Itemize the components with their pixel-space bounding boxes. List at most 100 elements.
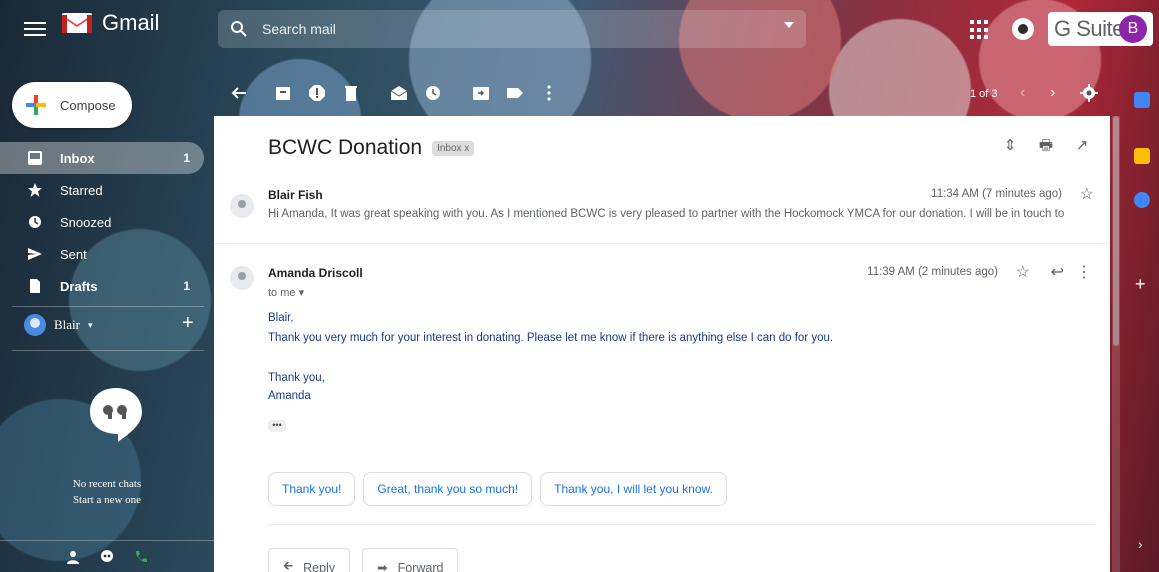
- person-icon[interactable]: [66, 550, 80, 564]
- label-icon[interactable]: [506, 84, 524, 102]
- delete-icon[interactable]: [342, 84, 360, 102]
- star-icon[interactable]: ☆: [1016, 262, 1030, 282]
- unread-count: 1: [183, 151, 190, 165]
- sidebar-item-inbox[interactable]: Inbox 1: [0, 142, 204, 174]
- chevron-right-icon[interactable]: ›: [1138, 536, 1143, 552]
- chevron-down-icon: ▾: [298, 287, 305, 299]
- more-vert-icon[interactable]: ⋮: [1076, 262, 1092, 282]
- body-greeting: Blair,: [268, 312, 294, 324]
- recipient-text: to me: [268, 287, 296, 299]
- snooze-icon[interactable]: [424, 84, 442, 102]
- reply-label: Reply: [303, 560, 336, 572]
- reply-icon: 🡰: [283, 559, 294, 572]
- keep-icon[interactable]: [1134, 148, 1150, 164]
- notifications-icon[interactable]: [1012, 18, 1034, 40]
- pagination-status: 1 of 3: [970, 88, 998, 100]
- message-divider: [268, 524, 1094, 525]
- search-bar[interactable]: [218, 10, 806, 48]
- search-icon[interactable]: [230, 20, 248, 38]
- smart-reply-button[interactable]: Thank you!: [268, 472, 356, 506]
- send-icon: [28, 248, 42, 260]
- body-signoff: Thank you,: [268, 372, 325, 384]
- reply-arrow-icon[interactable]: ↩: [1051, 262, 1064, 282]
- reply-actions: 🡰 Reply ➡ Forward: [268, 548, 459, 572]
- hangouts-bottom-bar: [0, 540, 214, 572]
- draft-count: 1: [183, 279, 190, 293]
- no-chats-message: No recent chats Start a new one: [0, 476, 214, 508]
- sender-avatar: [230, 266, 254, 290]
- message-snippet: Hi Amanda, It was great speaking with yo…: [268, 208, 1068, 220]
- thread-actions: ⇕ 🖶 ↗: [1002, 138, 1090, 154]
- calendar-icon[interactable]: [1134, 92, 1150, 108]
- email-toolbar: 1 of 3 ‹ ›: [214, 76, 1114, 112]
- subject-row: BCWC Donation Inbox x: [268, 136, 475, 160]
- archive-icon[interactable]: [274, 84, 292, 102]
- smart-replies: Thank you! Great, thank you so much! Tha…: [268, 472, 727, 506]
- gmail-m-icon: [62, 13, 92, 33]
- star-icon: [28, 183, 42, 197]
- move-to-icon[interactable]: [472, 84, 490, 102]
- sidebar-item-label: Snoozed: [60, 214, 112, 230]
- forward-button[interactable]: ➡ Forward: [362, 548, 459, 572]
- email-reading-pane: BCWC Donation Inbox x ⇕ 🖶 ↗ Blair Fish H…: [214, 116, 1110, 572]
- settings-gear-icon[interactable]: [1080, 84, 1098, 102]
- sidebar-item-sent[interactable]: Sent: [0, 238, 204, 270]
- star-icon[interactable]: ☆: [1080, 184, 1094, 204]
- message-timestamp: 11:34 AM (7 minutes ago): [931, 188, 1062, 200]
- forward-icon: ➡: [377, 561, 388, 572]
- account-avatar[interactable]: B: [1119, 15, 1147, 43]
- chevron-left-icon[interactable]: ‹: [1020, 84, 1025, 102]
- gsuite-logo: G Suite: [1054, 16, 1124, 41]
- phone-icon[interactable]: [134, 550, 148, 564]
- new-chat-plus-icon[interactable]: +: [182, 312, 194, 335]
- report-spam-icon[interactable]: [308, 84, 326, 102]
- email-subject: BCWC Donation: [268, 136, 423, 159]
- start-new-chat-link[interactable]: Start a new one: [0, 492, 214, 508]
- no-recent-chats-text: No recent chats: [72, 478, 142, 490]
- print-icon[interactable]: 🖶: [1038, 138, 1054, 154]
- message-timestamp: 11:39 AM (2 minutes ago): [867, 266, 998, 278]
- mark-unread-icon[interactable]: [390, 84, 408, 102]
- user-avatar: [24, 314, 46, 336]
- hangouts-quote-icon: [90, 388, 142, 442]
- sidebar-item-label: Sent: [60, 246, 87, 262]
- hangouts-chat-icon[interactable]: [100, 549, 114, 564]
- more-vert-icon[interactable]: [540, 84, 558, 102]
- smart-reply-button[interactable]: Great, thank you so much!: [363, 472, 533, 506]
- expand-all-icon[interactable]: ⇕: [1002, 138, 1018, 154]
- scrollbar-thumb[interactable]: [1113, 116, 1119, 346]
- hangouts-user-name: Blair: [54, 317, 80, 332]
- back-arrow-icon[interactable]: [230, 84, 248, 102]
- sidebar-divider: [12, 306, 204, 307]
- compose-button[interactable]: Compose: [12, 82, 132, 128]
- tasks-icon[interactable]: [1134, 192, 1150, 208]
- collapsed-message[interactable]: Blair Fish Hi Amanda, It was great speak…: [214, 178, 1110, 244]
- inbox-label-chip[interactable]: Inbox x: [432, 140, 475, 156]
- sender-name: Amanda Driscoll: [268, 266, 363, 280]
- smart-reply-button[interactable]: Thank you, I will let you know.: [540, 472, 727, 506]
- gmail-logo[interactable]: Gmail: [62, 10, 159, 36]
- sidebar-item-label: Inbox: [60, 150, 95, 166]
- sidebar-nav: Inbox 1 Starred Snoozed Sent Drafts 1: [0, 142, 204, 302]
- recipient-details[interactable]: to me ▾: [268, 286, 304, 299]
- get-addons-plus-icon[interactable]: +: [1135, 274, 1146, 295]
- sidebar-item-starred[interactable]: Starred: [0, 174, 204, 206]
- gsuite-account-badge[interactable]: G Suite B: [1048, 12, 1153, 46]
- inbox-icon: [28, 151, 42, 165]
- apps-grid-icon[interactable]: [970, 20, 990, 40]
- reply-button[interactable]: 🡰 Reply: [268, 548, 351, 572]
- search-options-dropdown-icon[interactable]: [784, 22, 794, 28]
- sidebar-item-drafts[interactable]: Drafts 1: [0, 270, 204, 302]
- sidebar-item-label: Starred: [60, 182, 103, 198]
- open-new-window-icon[interactable]: ↗: [1074, 138, 1090, 154]
- clock-icon: [29, 216, 41, 228]
- chevron-right-icon[interactable]: ›: [1050, 84, 1055, 102]
- draft-icon: [30, 279, 40, 293]
- sidebar-item-label: Drafts: [60, 278, 98, 294]
- sidebar-item-snoozed[interactable]: Snoozed: [0, 206, 204, 238]
- main-menu-icon[interactable]: [24, 18, 46, 40]
- hangouts-user[interactable]: Blair ▾: [24, 314, 93, 336]
- compose-plus-icon: [26, 95, 46, 115]
- search-input[interactable]: [262, 21, 762, 37]
- show-trimmed-content-button[interactable]: •••: [268, 420, 286, 432]
